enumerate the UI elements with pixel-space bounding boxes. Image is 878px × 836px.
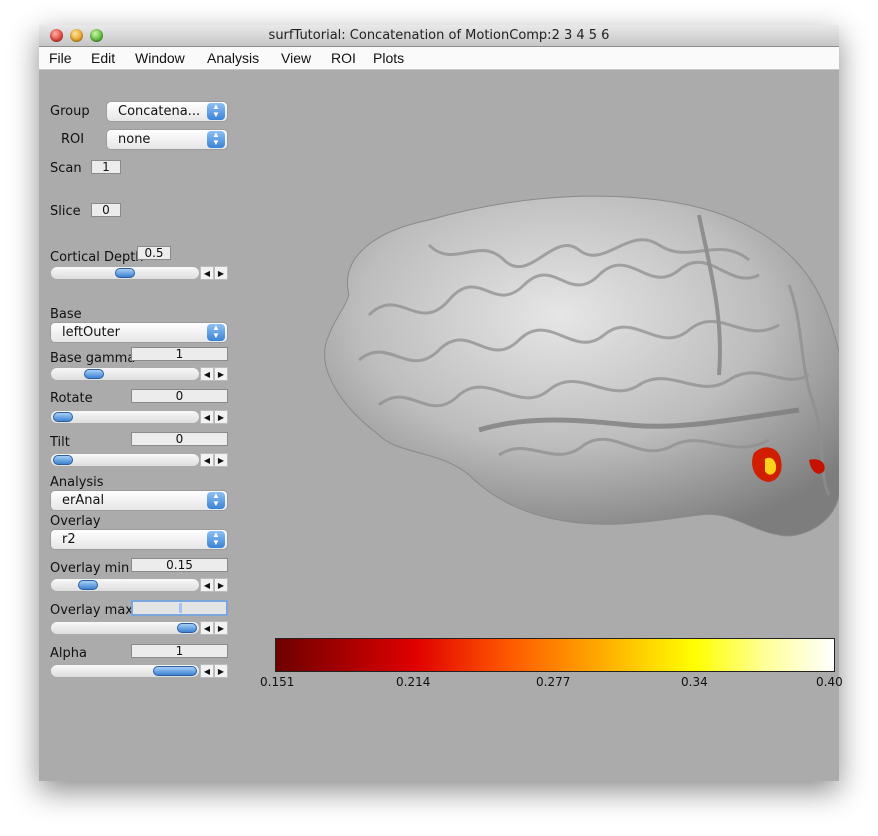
colorbar-tick: 0.34 <box>681 675 708 689</box>
tilt-slider[interactable] <box>50 453 200 467</box>
chevron-updown-icon: ▲ ▼ <box>207 103 225 120</box>
colorbar <box>275 638 835 672</box>
rotate-label: Rotate <box>50 391 93 406</box>
chevron-updown-icon: ▲ ▼ <box>207 531 225 548</box>
menu-analysis[interactable]: Analysis <box>207 50 259 66</box>
menu-window[interactable]: Window <box>135 50 185 66</box>
title-bar: surfTutorial: Concatenation of MotionCom… <box>39 25 839 47</box>
roi-label: ROI <box>61 132 85 147</box>
chevron-updown-icon: ▲ ▼ <box>207 324 225 341</box>
rotate-slider[interactable] <box>50 410 200 424</box>
menu-plots[interactable]: Plots <box>373 50 404 66</box>
arrow-left-icon[interactable]: ◀ <box>200 453 214 467</box>
group-label: Group <box>50 104 90 119</box>
slider-knob[interactable] <box>53 455 73 465</box>
slider-knob[interactable] <box>153 666 197 676</box>
arrow-right-icon[interactable]: ▶ <box>214 664 228 678</box>
brain-surface-view[interactable] <box>279 175 839 555</box>
menu-bar: File Edit Window Analysis View ROI Plots <box>39 47 839 70</box>
base-gamma-stepper[interactable]: ◀ ▶ <box>200 367 230 381</box>
colorbar-tick: 0.214 <box>396 675 431 689</box>
roi-select[interactable]: none ▲ ▼ <box>106 129 228 150</box>
overlay-max-field[interactable] <box>131 600 228 616</box>
arrow-left-icon[interactable]: ◀ <box>200 410 214 424</box>
brain-hemisphere <box>324 195 839 537</box>
alpha-label: Alpha <box>50 646 87 661</box>
slider-knob[interactable] <box>115 268 135 278</box>
base-select-value: leftOuter <box>62 325 120 340</box>
analysis-select-value: erAnal <box>62 493 105 508</box>
arrow-right-icon[interactable]: ▶ <box>214 453 228 467</box>
menu-roi[interactable]: ROI <box>331 50 356 66</box>
slider-knob[interactable] <box>177 623 197 633</box>
scan-field[interactable]: 1 <box>91 160 121 174</box>
base-label: Base <box>50 307 82 322</box>
overlay-label: Overlay <box>50 514 101 529</box>
overlay-select-value: r2 <box>62 532 76 547</box>
menu-file[interactable]: File <box>49 50 72 66</box>
arrow-left-icon[interactable]: ◀ <box>200 664 214 678</box>
arrow-left-icon[interactable]: ◀ <box>200 367 214 381</box>
rotate-stepper[interactable]: ◀ ▶ <box>200 410 230 424</box>
overlay-max-slider[interactable] <box>50 621 200 635</box>
colorbar-tick: 0.151 <box>260 675 295 689</box>
window-title: surfTutorial: Concatenation of MotionCom… <box>268 28 610 43</box>
cortical-depth-field[interactable]: 0.5 <box>137 246 171 260</box>
cortical-depth-label: Cortical Depth <box>50 250 144 265</box>
slider-knob[interactable] <box>77 580 98 590</box>
chevron-updown-icon: ▲ ▼ <box>207 492 225 509</box>
alpha-slider[interactable] <box>50 664 200 678</box>
group-select[interactable]: Concatena... ▲ ▼ <box>106 101 228 122</box>
slider-knob[interactable] <box>53 412 73 422</box>
arrow-right-icon[interactable]: ▶ <box>214 578 228 592</box>
base-gamma-slider[interactable] <box>50 367 200 381</box>
rotate-field[interactable]: 0 <box>131 389 228 403</box>
base-gamma-field[interactable]: 1 <box>131 347 228 361</box>
analysis-label: Analysis <box>50 475 104 490</box>
text-cursor <box>179 603 182 613</box>
alpha-field[interactable]: 1 <box>131 644 228 658</box>
slider-knob[interactable] <box>84 369 104 379</box>
arrow-right-icon[interactable]: ▶ <box>214 367 228 381</box>
overlay-min-slider[interactable] <box>50 578 200 592</box>
overlay-max-stepper[interactable]: ◀ ▶ <box>200 621 230 635</box>
roi-select-value: none <box>118 132 151 147</box>
colorbar-tick: 0.40 <box>816 675 843 689</box>
arrow-left-icon[interactable]: ◀ <box>200 578 214 592</box>
arrow-right-icon[interactable]: ▶ <box>214 621 228 635</box>
arrow-right-icon[interactable]: ▶ <box>214 266 228 280</box>
chevron-updown-icon: ▲ ▼ <box>207 131 225 148</box>
slice-field[interactable]: 0 <box>91 203 121 217</box>
cortical-depth-stepper[interactable]: ◀ ▶ <box>200 266 230 280</box>
app-window: surfTutorial: Concatenation of MotionCom… <box>39 25 843 781</box>
cortical-depth-slider[interactable] <box>50 266 200 280</box>
group-select-value: Concatena... <box>118 104 201 119</box>
overlay-min-field[interactable]: 0.15 <box>131 558 228 572</box>
overlay-min-stepper[interactable]: ◀ ▶ <box>200 578 230 592</box>
overlay-min-label: Overlay min <box>50 561 130 576</box>
menu-view[interactable]: View <box>281 50 311 66</box>
slice-label: Slice <box>50 204 81 219</box>
arrow-right-icon[interactable]: ▶ <box>214 410 228 424</box>
analysis-select[interactable]: erAnal ▲ ▼ <box>50 490 228 511</box>
overlay-select[interactable]: r2 ▲ ▼ <box>50 529 228 550</box>
tilt-field[interactable]: 0 <box>131 432 228 446</box>
tilt-label: Tilt <box>50 435 70 450</box>
base-select[interactable]: leftOuter ▲ ▼ <box>50 322 228 343</box>
colorbar-tick: 0.277 <box>536 675 571 689</box>
tilt-stepper[interactable]: ◀ ▶ <box>200 453 230 467</box>
base-gamma-label: Base gamma <box>50 351 136 366</box>
scan-label: Scan <box>50 161 82 176</box>
arrow-left-icon[interactable]: ◀ <box>200 621 214 635</box>
alpha-stepper[interactable]: ◀ ▶ <box>200 664 230 678</box>
menu-edit[interactable]: Edit <box>91 50 115 66</box>
arrow-left-icon[interactable]: ◀ <box>200 266 214 280</box>
overlay-max-label: Overlay max <box>50 603 133 618</box>
